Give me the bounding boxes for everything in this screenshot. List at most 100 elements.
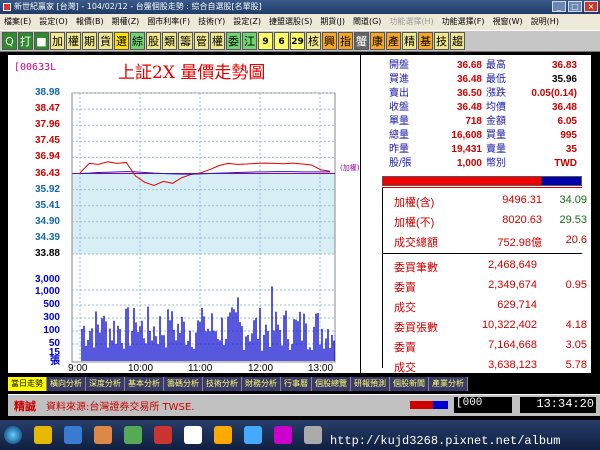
tab-analysis[interactable]: 當日走勢 — [8, 377, 47, 391]
order-value: 2,349,674 — [488, 279, 537, 291]
order-ratio: 0.95 — [565, 279, 587, 291]
price-tick-label: 35.92 — [34, 183, 60, 195]
price-tick-label: 36.94 — [34, 151, 60, 163]
quote-label: 最高 — [486, 60, 506, 71]
status-label: 精誠 — [14, 400, 36, 413]
taskbar-app-icon[interactable] — [34, 426, 52, 444]
time-tick-label: 10:00 — [128, 363, 154, 374]
separator-line — [382, 187, 582, 188]
quote-value: 36.68 — [456, 60, 482, 71]
clock: 13:34:20 — [520, 397, 596, 413]
volume-tick-label: 3,000 — [34, 274, 60, 285]
tab-analysis[interactable]: 產業分析 — [429, 377, 468, 391]
price-tick-label: 34.90 — [34, 215, 60, 227]
quote-value: 718 — [465, 116, 482, 127]
volume-tick-label: 300 — [43, 312, 60, 323]
order-label: 委買筆數 — [394, 262, 438, 274]
taskbar-app-icon[interactable] — [64, 426, 82, 444]
taskbar-app-icon[interactable] — [184, 426, 202, 444]
quote-value: TWD — [554, 158, 577, 169]
watermark: http://kujd3268.pixnet.net/album — [330, 434, 561, 448]
analysis-tabs: 當日走勢 橫向分析 深度分析 基本分析 籌碼分析 技術分析 財務分析 行事曆 個股總覽 研報預測個… — [8, 377, 600, 391]
order-value: 3,638,123 — [488, 359, 537, 371]
separator-line — [382, 253, 582, 254]
quote-label: 幣別 — [486, 158, 506, 169]
time-tick-label: 9:00 — [68, 363, 88, 374]
tab-analysis[interactable]: 籌碼分析 — [164, 377, 203, 391]
index-change: 20.6 — [565, 234, 587, 246]
quote-label: 賣量 — [486, 144, 506, 155]
index-change: 29.53 — [559, 214, 587, 226]
price-tick-label: 35.41 — [34, 199, 60, 211]
tab-analysis[interactable]: 個股總覽 — [312, 377, 351, 391]
taskbar-app-icon[interactable] — [274, 426, 292, 444]
quote-label: 總量 — [389, 130, 409, 141]
volume-tick-label: 500 — [43, 299, 60, 310]
quote-value: 19,431 — [451, 144, 482, 155]
quote-value: 0.05(0.14) — [531, 88, 577, 99]
order-value: 7,164,668 — [488, 339, 537, 351]
quote-label: 昨量 — [389, 144, 409, 155]
tab-analysis[interactable]: 個股新聞 — [390, 377, 429, 391]
quote-value: 16,608 — [451, 130, 482, 141]
index-label: 加權(不) — [394, 217, 435, 229]
order-label: 委買張數 — [394, 322, 438, 334]
tab-analysis[interactable]: 橫向分析 — [47, 377, 86, 391]
index-change: 34.09 — [559, 194, 587, 206]
tab-analysis[interactable]: 行事曆 — [281, 377, 312, 391]
quote-value: 36.83 — [551, 60, 577, 71]
price-tick-label: 37.96 — [34, 119, 60, 131]
quote-value: 36.48 — [551, 102, 577, 113]
quote-label: 單量 — [389, 116, 409, 127]
data-source: 資料來源:台灣證券交易所 TWSE. — [46, 402, 195, 413]
order-value: 2,468,649 — [488, 259, 537, 271]
price-tick-label: 38.47 — [34, 103, 60, 115]
taskbar-app-icon[interactable] — [214, 426, 232, 444]
quote-value: 35.96 — [551, 74, 577, 85]
volume-tick-label: 1,000 — [34, 286, 60, 297]
reference-label: (加權) — [340, 164, 360, 172]
tab-analysis[interactable]: 研報預測 — [351, 377, 390, 391]
quote-value: 995 — [560, 130, 577, 141]
buy-sell-ratio-bar — [382, 176, 582, 186]
time-tick-label: 11:00 — [188, 363, 213, 374]
quote-value: 36.50 — [456, 88, 482, 99]
taskbar-app-icon[interactable] — [154, 426, 172, 444]
index-label: 成交總額 — [394, 237, 438, 249]
taskbar-app-icon[interactable] — [244, 426, 262, 444]
tab-analysis[interactable]: 基本分析 — [125, 377, 164, 391]
index-value: 752.98億 — [497, 237, 542, 249]
quote-label: 均價 — [486, 102, 506, 113]
volume-unit-label: 張 — [50, 356, 60, 367]
command-input[interactable]: [000 — [454, 397, 512, 413]
quote-value: 36.48 — [456, 102, 482, 113]
quote-label: 賣出 — [389, 88, 409, 99]
quote-value: 35 — [565, 144, 577, 155]
taskbar-app-icon[interactable] — [94, 426, 112, 444]
price-tick-label: 37.45 — [34, 135, 60, 147]
quote-label: 股/張 — [389, 158, 412, 169]
price-tick-label: 33.88 — [34, 248, 60, 259]
index-label: 加權(含) — [394, 197, 435, 209]
quote-label: 收盤 — [389, 102, 409, 113]
quote-value: 36.48 — [456, 74, 482, 85]
volume-tick-label: 100 — [43, 325, 60, 336]
tab-analysis[interactable]: 技術分析 — [203, 377, 242, 391]
order-ratio: 3.05 — [565, 339, 587, 351]
taskbar-app-icon[interactable] — [304, 426, 322, 444]
order-ratio: 5.78 — [565, 359, 587, 371]
quote-value: 6.05 — [557, 116, 577, 127]
quote-panel: 開盤 36.68 最高 36.83 買進 36.48 最低 35.96 賣出 36.50 漲跌 0.0… — [361, 55, 591, 374]
order-value: 10,322,402 — [481, 319, 537, 331]
price-tick-label: 38.98 — [34, 87, 60, 98]
below-ref-area — [72, 173, 335, 254]
order-label: 成交 — [394, 302, 416, 314]
quote-label: 買進 — [389, 74, 409, 85]
tab-analysis[interactable]: 深度分析 — [86, 377, 125, 391]
tab-analysis[interactable]: 財務分析 — [242, 377, 281, 391]
status-bar: 精誠 資料來源:台灣證券交易所 TWSE. [000 13:34:20 — [8, 394, 600, 416]
quote-label: 金額 — [486, 116, 506, 127]
start-orb-icon[interactable] — [4, 426, 22, 444]
taskbar-app-icon[interactable] — [124, 426, 142, 444]
price-tick-label: 34.39 — [34, 231, 60, 243]
